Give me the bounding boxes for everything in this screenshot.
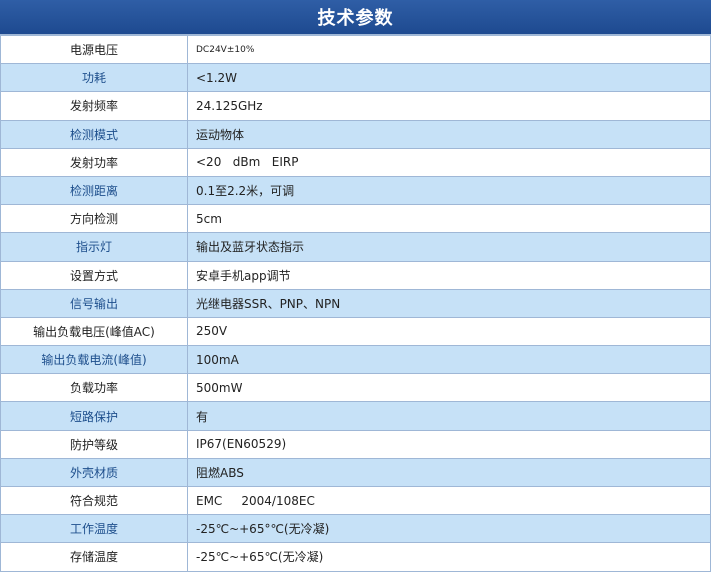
row-label: 设置方式 — [0, 260, 188, 290]
table-row: 短路保护 有 — [0, 401, 711, 431]
row-value: -25℃~+65°℃(无冷凝) — [187, 514, 711, 544]
table-row: 电源电压 DC24V±10% — [0, 34, 711, 65]
row-label: 工作温度 — [0, 514, 188, 544]
row-value: 24.125GHz — [187, 91, 711, 121]
row-value: DC24V±10% — [187, 34, 711, 65]
table-row: 存储温度 -25℃~+65℃(无冷凝) — [0, 542, 711, 572]
row-label: 输出负载电压(峰值AC) — [0, 316, 188, 347]
row-label: 发射功率 — [0, 147, 188, 177]
table-row: 负载功率 500mW — [0, 373, 711, 403]
table-row: 指示灯 输出及蓝牙状态指示 — [0, 232, 711, 262]
table-title: 技术参数 — [0, 0, 711, 35]
row-value: 阻燃ABS — [187, 457, 711, 488]
table-row: 工作温度 -25℃~+65°℃(无冷凝) — [0, 514, 711, 544]
row-value: -25℃~+65℃(无冷凝) — [187, 542, 711, 572]
row-label: 外壳材质 — [0, 457, 188, 488]
row-value: <20 dBm EIRP — [187, 147, 711, 177]
row-value: IP67(EN60529) — [187, 429, 711, 459]
row-label: 负载功率 — [0, 373, 188, 403]
row-label: 检测距离 — [0, 175, 188, 206]
table-row: 设置方式 安卓手机app调节 — [0, 260, 711, 290]
row-value: EMC 2004/108EC — [187, 485, 711, 516]
table-row: 符合规范 EMC 2004/108EC — [0, 485, 711, 516]
spec-sheet: 技术参数 电源电压 DC24V±10% 功耗 <1.2W 发射频率 24.125… — [0, 0, 711, 572]
row-value: 250V — [187, 316, 711, 347]
table-row: 信号输出 光继电器SSR、PNP、NPN — [0, 288, 711, 318]
row-value: 100mA — [187, 345, 711, 375]
row-label: 防护等级 — [0, 429, 188, 459]
row-label: 信号输出 — [0, 288, 188, 318]
row-value: <1.2W — [187, 63, 711, 93]
row-label: 电源电压 — [0, 34, 188, 65]
row-value: 运动物体 — [187, 119, 711, 149]
row-label: 短路保护 — [0, 401, 188, 431]
row-label: 符合规范 — [0, 485, 188, 516]
table-row: 发射功率 <20 dBm EIRP — [0, 147, 711, 177]
row-label: 方向检测 — [0, 204, 188, 234]
row-label: 检测模式 — [0, 119, 188, 149]
table-row: 检测距离 0.1至2.2米，可调 — [0, 175, 711, 206]
row-label: 功耗 — [0, 63, 188, 93]
table-row: 防护等级 IP67(EN60529) — [0, 429, 711, 459]
row-value: 有 — [187, 401, 711, 431]
row-value: 0.1至2.2米，可调 — [187, 175, 711, 206]
table-row: 输出负载电压(峰值AC) 250V — [0, 316, 711, 347]
table-row: 输出负载电流(峰值) 100mA — [0, 345, 711, 375]
row-value: 5cm — [187, 204, 711, 234]
row-value: 500mW — [187, 373, 711, 403]
spec-table: 电源电压 DC24V±10% 功耗 <1.2W 发射频率 24.125GHz 检… — [0, 34, 711, 572]
table-row: 功耗 <1.2W — [0, 63, 711, 93]
row-value: 输出及蓝牙状态指示 — [187, 232, 711, 262]
table-row: 发射频率 24.125GHz — [0, 91, 711, 121]
row-value: 光继电器SSR、PNP、NPN — [187, 288, 711, 318]
table-row: 方向检测 5cm — [0, 204, 711, 234]
row-value: 安卓手机app调节 — [187, 260, 711, 290]
row-label: 输出负载电流(峰值) — [0, 345, 188, 375]
row-label: 指示灯 — [0, 232, 188, 262]
row-label: 存储温度 — [0, 542, 188, 572]
table-row: 检测模式 运动物体 — [0, 119, 711, 149]
row-label: 发射频率 — [0, 91, 188, 121]
table-row: 外壳材质 阻燃ABS — [0, 457, 711, 488]
